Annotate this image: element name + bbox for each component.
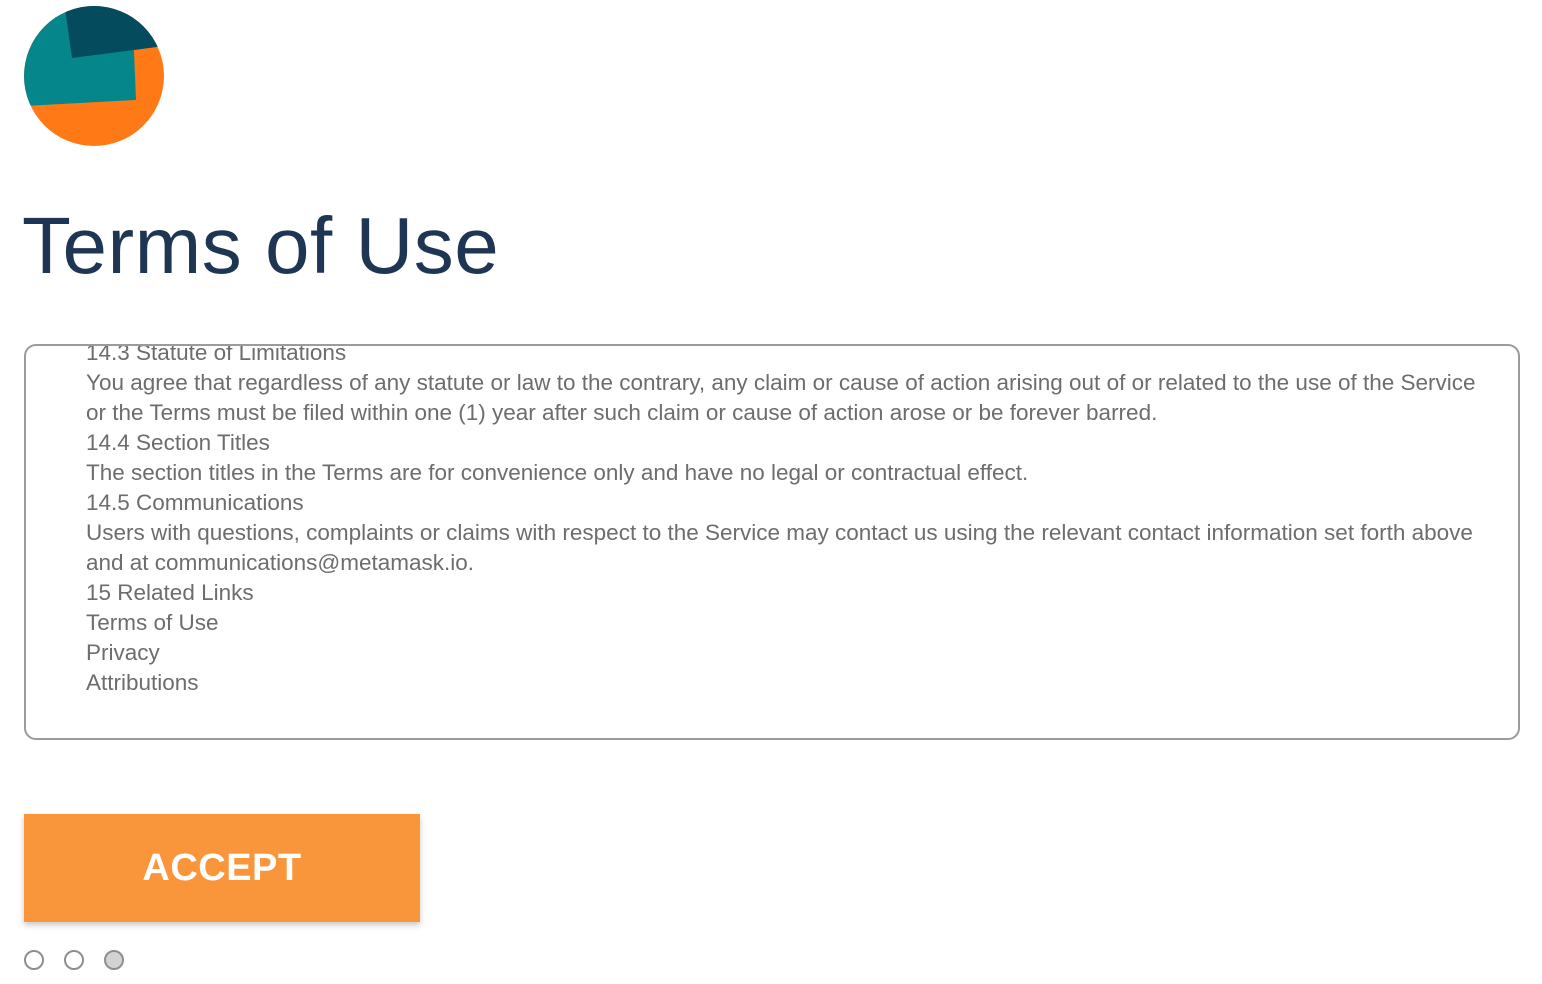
section-heading: 14.5 Communications xyxy=(86,490,304,515)
terms-content: 14.3 Statute of Limitations You agree th… xyxy=(86,344,1476,698)
related-link-privacy[interactable]: Privacy xyxy=(86,638,1476,668)
section-heading: 14.3 Statute of Limitations xyxy=(86,344,347,365)
related-link-attributions[interactable]: Attributions xyxy=(86,668,1476,698)
pagination-dot-1[interactable] xyxy=(24,950,44,970)
terms-paragraph: You agree that regardless of any statute… xyxy=(86,370,1476,425)
section-heading: 14.4 Section Titles xyxy=(86,430,270,455)
page-title: Terms of Use xyxy=(22,201,500,290)
pagination-dot-3-active[interactable] xyxy=(104,950,124,970)
terms-paragraph: The section titles in the Terms are for … xyxy=(86,460,1029,485)
section-heading: 15 Related Links xyxy=(86,580,254,605)
accept-button[interactable]: ACCEPT xyxy=(24,814,420,922)
terms-text-box[interactable]: 14.3 Statute of Limitations You agree th… xyxy=(24,344,1520,740)
terms-paragraph: Users with questions, complaints or clai… xyxy=(86,520,1473,575)
related-link-terms-of-use[interactable]: Terms of Use xyxy=(86,608,1476,638)
pagination-dot-2[interactable] xyxy=(64,950,84,970)
terms-of-use-screen: Terms of Use 14.3 Statute of Limitations… xyxy=(0,0,1542,984)
metamask-logo-icon xyxy=(24,6,164,146)
